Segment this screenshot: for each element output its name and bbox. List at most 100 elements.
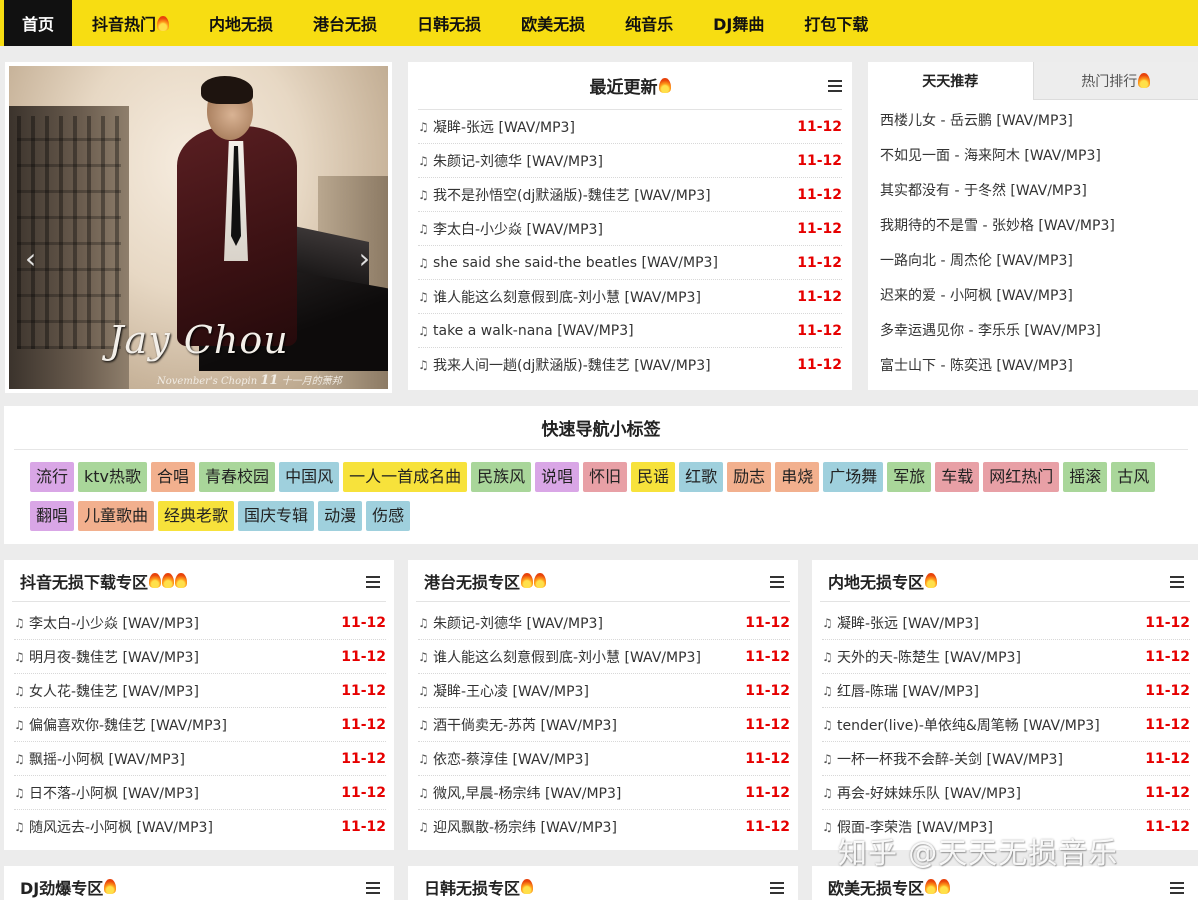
section-title[interactable]: 日韩无损专区 xyxy=(424,875,520,899)
tab-hot-ranking[interactable]: 热门排行 xyxy=(1032,62,1198,100)
recommend-item[interactable]: 不如见一面 - 海来阿木 [WAV/MP3] xyxy=(880,137,1186,172)
song-row[interactable]: ♫ 我不是孙悟空(dj默涵版)-魏佳艺 [WAV/MP3] 11-12 xyxy=(418,178,842,212)
nav-item[interactable]: 纯音乐 xyxy=(605,0,693,46)
song-row[interactable]: ♫ she said she said-the beatles [WAV/MP3]… xyxy=(418,246,842,280)
recommend-item[interactable]: 其实都没有 - 于冬然 [WAV/MP3] xyxy=(880,172,1186,207)
tag-4[interactable]: 青春校园 xyxy=(199,462,276,492)
list-menu-icon[interactable] xyxy=(1170,882,1184,894)
tag-13[interactable]: 串烧 xyxy=(775,462,820,492)
recommend-item[interactable]: 一路向北 - 周杰伦 [WAV/MP3] xyxy=(880,242,1186,277)
song-row[interactable]: ♫ 迎风飘散-杨宗纬 [WAV/MP3] 11-12 xyxy=(418,810,790,844)
tag-7[interactable]: 民族风 xyxy=(471,462,532,492)
song-row[interactable]: ♫ 朱颜记-刘德华 [WAV/MP3] 11-12 xyxy=(418,144,842,178)
tag-25[interactable]: 伤感 xyxy=(366,501,411,531)
song-row[interactable]: ♫ 凝眸-王心凌 [WAV/MP3] 11-12 xyxy=(418,674,790,708)
song-row[interactable]: ♫ take a walk-nana [WAV/MP3] 11-12 xyxy=(418,314,842,348)
song-title[interactable]: 微风,早晨-杨宗纬 [WAV/MP3] xyxy=(433,783,739,803)
song-title[interactable]: 李太白-小少焱 [WAV/MP3] xyxy=(29,613,335,633)
section-title[interactable]: DJ劲爆专区 xyxy=(20,875,103,899)
banner-carousel[interactable]: Jay Chou November's Chopin 11 十一月的萧邦 ‹ › xyxy=(5,62,392,393)
prev-arrow-icon[interactable]: ‹ xyxy=(25,242,36,275)
tag-14[interactable]: 广场舞 xyxy=(823,462,884,492)
tag-15[interactable]: 军旅 xyxy=(887,462,932,492)
song-row[interactable]: ♫ 飘摇-小阿枫 [WAV/MP3] 11-12 xyxy=(14,742,386,776)
song-row[interactable]: ♫ 凝眸-张远 [WAV/MP3] 11-12 xyxy=(418,110,842,144)
song-row[interactable]: ♫ 酒干倘卖无-苏芮 [WAV/MP3] 11-12 xyxy=(418,708,790,742)
tag-9[interactable]: 怀旧 xyxy=(583,462,628,492)
album-cover-image[interactable]: Jay Chou November's Chopin 11 十一月的萧邦 ‹ › xyxy=(9,66,388,389)
tag-20[interactable]: 翻唱 xyxy=(30,501,75,531)
section-title[interactable]: 欧美无损专区 xyxy=(828,875,924,899)
song-row[interactable]: ♫ 偏偏喜欢你-魏佳艺 [WAV/MP3] 11-12 xyxy=(14,708,386,742)
recommend-item[interactable]: 我期待的不是雪 - 张妙格 [WAV/MP3] xyxy=(880,207,1186,242)
song-title[interactable]: 一杯一杯我不会醉-关剑 [WAV/MP3] xyxy=(837,749,1139,769)
song-row[interactable]: ♫ 一杯一杯我不会醉-关剑 [WAV/MP3] 11-12 xyxy=(822,742,1190,776)
tag-16[interactable]: 车载 xyxy=(935,462,980,492)
song-row[interactable]: ♫ 凝眸-张远 [WAV/MP3] 11-12 xyxy=(822,606,1190,640)
tab-daily-recommend[interactable]: 天天推荐 xyxy=(868,62,1033,100)
song-title[interactable]: 我不是孙悟空(dj默涵版)-魏佳艺 [WAV/MP3] xyxy=(433,185,791,205)
song-title[interactable]: take a walk-nana [WAV/MP3] xyxy=(433,323,791,339)
tag-8[interactable]: 说唱 xyxy=(535,462,580,492)
recommend-item[interactable]: 迟来的爱 - 小阿枫 [WAV/MP3] xyxy=(880,277,1186,312)
song-row[interactable]: ♫ 明月夜-魏佳艺 [WAV/MP3] 11-12 xyxy=(14,640,386,674)
song-title[interactable]: 凝眸-王心凌 [WAV/MP3] xyxy=(433,681,739,701)
song-row[interactable]: ♫ 我来人间一趟(dj默涵版)-魏佳艺 [WAV/MP3] 11-12 xyxy=(418,348,842,382)
song-title[interactable]: 迎风飘散-杨宗纬 [WAV/MP3] xyxy=(433,817,739,837)
song-title[interactable]: 凝眸-张远 [WAV/MP3] xyxy=(837,613,1139,633)
song-title[interactable]: 红唇-陈瑞 [WAV/MP3] xyxy=(837,681,1139,701)
song-row[interactable]: ♫ 微风,早晨-杨宗纬 [WAV/MP3] 11-12 xyxy=(418,776,790,810)
nav-item[interactable]: 日韩无损 xyxy=(397,0,501,46)
section-title[interactable]: 内地无损专区 xyxy=(828,569,924,593)
song-title[interactable]: she said she said-the beatles [WAV/MP3] xyxy=(433,255,791,271)
song-title[interactable]: 我来人间一趟(dj默涵版)-魏佳艺 [WAV/MP3] xyxy=(433,355,791,375)
recommend-item[interactable]: 多幸运遇见你 - 李乐乐 [WAV/MP3] xyxy=(880,312,1186,347)
song-title[interactable]: 随风远去-小阿枫 [WAV/MP3] xyxy=(29,817,335,837)
tag-17[interactable]: 网红热门 xyxy=(983,462,1060,492)
song-title[interactable]: 日不落-小阿枫 [WAV/MP3] xyxy=(29,783,335,803)
song-row[interactable]: ♫ 红唇-陈瑞 [WAV/MP3] 11-12 xyxy=(822,674,1190,708)
next-arrow-icon[interactable]: › xyxy=(359,242,370,275)
list-menu-icon[interactable] xyxy=(366,576,380,588)
tag-2[interactable]: ktv热歌 xyxy=(78,462,148,492)
tag-21[interactable]: 儿童歌曲 xyxy=(78,501,155,531)
tag-23[interactable]: 国庆专辑 xyxy=(238,501,315,531)
song-title[interactable]: tender(live)-单依纯&周笔畅 [WAV/MP3] xyxy=(837,715,1139,735)
tag-1[interactable]: 流行 xyxy=(30,462,75,492)
nav-item[interactable]: 抖音热门 xyxy=(72,0,189,46)
tag-10[interactable]: 民谣 xyxy=(631,462,676,492)
song-row[interactable]: ♫ 日不落-小阿枫 [WAV/MP3] 11-12 xyxy=(14,776,386,810)
nav-item[interactable]: DJ舞曲 xyxy=(693,0,784,46)
nav-item[interactable]: 首页 xyxy=(4,0,73,46)
song-title[interactable]: 明月夜-魏佳艺 [WAV/MP3] xyxy=(29,647,335,667)
song-title[interactable]: 朱颜记-刘德华 [WAV/MP3] xyxy=(433,613,739,633)
tag-5[interactable]: 中国风 xyxy=(279,462,340,492)
list-menu-icon[interactable] xyxy=(828,80,842,92)
list-menu-icon[interactable] xyxy=(770,576,784,588)
song-row[interactable]: ♫ 李太白-小少焱 [WAV/MP3] 11-12 xyxy=(418,212,842,246)
song-title[interactable]: 女人花-魏佳艺 [WAV/MP3] xyxy=(29,681,335,701)
song-title[interactable]: 天外的天-陈楚生 [WAV/MP3] xyxy=(837,647,1139,667)
recommend-item[interactable]: 富士山下 - 陈奕迅 [WAV/MP3] xyxy=(880,347,1186,382)
song-row[interactable]: ♫ 谁人能这么刻意假到底-刘小慧 [WAV/MP3] 11-12 xyxy=(418,280,842,314)
list-menu-icon[interactable] xyxy=(1170,576,1184,588)
tag-24[interactable]: 动漫 xyxy=(318,501,363,531)
song-title[interactable]: 李太白-小少焱 [WAV/MP3] xyxy=(433,219,791,239)
song-row[interactable]: ♫ 朱颜记-刘德华 [WAV/MP3] 11-12 xyxy=(418,606,790,640)
song-title[interactable]: 谁人能这么刻意假到底-刘小慧 [WAV/MP3] xyxy=(433,287,791,307)
list-menu-icon[interactable] xyxy=(770,882,784,894)
song-row[interactable]: ♫ 天外的天-陈楚生 [WAV/MP3] 11-12 xyxy=(822,640,1190,674)
song-row[interactable]: ♫ 李太白-小少焱 [WAV/MP3] 11-12 xyxy=(14,606,386,640)
song-title[interactable]: 朱颜记-刘德华 [WAV/MP3] xyxy=(433,151,791,171)
list-menu-icon[interactable] xyxy=(366,882,380,894)
song-row[interactable]: ♫ 女人花-魏佳艺 [WAV/MP3] 11-12 xyxy=(14,674,386,708)
song-title[interactable]: 飘摇-小阿枫 [WAV/MP3] xyxy=(29,749,335,769)
tag-22[interactable]: 经典老歌 xyxy=(158,501,235,531)
song-row[interactable]: ♫ 谁人能这么刻意假到底-刘小慧 [WAV/MP3] 11-12 xyxy=(418,640,790,674)
song-row[interactable]: ♫ tender(live)-单依纯&周笔畅 [WAV/MP3] 11-12 xyxy=(822,708,1190,742)
song-title[interactable]: 再会-好妹妹乐队 [WAV/MP3] xyxy=(837,783,1139,803)
tag-12[interactable]: 励志 xyxy=(727,462,772,492)
song-title[interactable]: 凝眸-张远 [WAV/MP3] xyxy=(433,117,791,137)
tag-3[interactable]: 合唱 xyxy=(151,462,196,492)
tag-11[interactable]: 红歌 xyxy=(679,462,724,492)
